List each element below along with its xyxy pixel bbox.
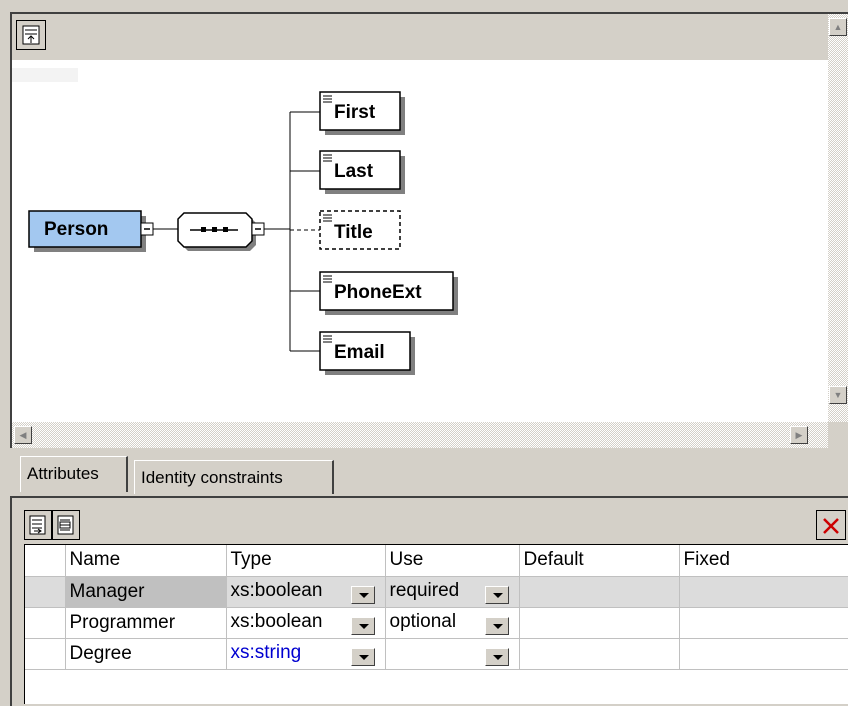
attr-fixed-cell[interactable]: [679, 638, 848, 670]
column-default[interactable]: Default: [519, 545, 680, 577]
insert-attribute-icon: [57, 515, 74, 535]
tab-identity-constraints[interactable]: Identity constraints: [134, 460, 334, 494]
collapse-person-button[interactable]: [140, 222, 154, 236]
append-attribute-icon: [29, 515, 46, 535]
column-name[interactable]: Name: [65, 545, 227, 577]
grid-header-row: Name Type Use Default Fixed: [25, 545, 848, 577]
delete-x-icon: [823, 518, 839, 534]
element-title-optional[interactable]: Title: [319, 210, 401, 250]
attr-type-cell[interactable]: xs:string: [226, 638, 386, 670]
svg-text:Title: Title: [334, 222, 373, 243]
svg-text:Email: Email: [334, 342, 385, 363]
use-dropdown-icon[interactable]: [484, 616, 509, 635]
table-row[interactable]: Manager xs:boolean required: [25, 576, 848, 608]
scroll-down-icon[interactable]: ▼: [829, 386, 847, 404]
window: Person First Last Title PhoneExt Email ▲…: [0, 0, 848, 706]
display-mode-button[interactable]: [16, 20, 46, 50]
attr-default-cell[interactable]: [519, 576, 680, 608]
table-row[interactable]: Degree xs:string: [25, 638, 848, 670]
attributes-grid: Name Type Use Default Fixed Manager xs:b…: [24, 544, 848, 704]
use-dropdown-icon[interactable]: [484, 585, 509, 604]
attr-type-cell[interactable]: xs:boolean: [226, 607, 386, 639]
use-dropdown-icon[interactable]: [484, 647, 509, 666]
scroll-right-icon[interactable]: ▶: [790, 426, 808, 444]
attr-use-cell[interactable]: [385, 638, 520, 670]
attr-type-cell[interactable]: xs:boolean: [226, 576, 386, 608]
element-first[interactable]: First: [319, 91, 405, 135]
horizontal-scrollbar[interactable]: ◀ ▶: [12, 422, 830, 448]
attr-fixed-cell[interactable]: [679, 576, 848, 608]
column-fixed[interactable]: Fixed: [679, 545, 848, 577]
tab-attributes[interactable]: Attributes: [20, 456, 128, 492]
type-dropdown-icon[interactable]: [350, 647, 375, 666]
svg-text:First: First: [334, 102, 376, 123]
diagram-canvas: Person First Last Title PhoneExt Email: [12, 60, 820, 422]
diagram-toolbar: [12, 14, 830, 60]
scroll-up-icon[interactable]: ▲: [829, 18, 847, 36]
type-dropdown-icon[interactable]: [350, 616, 375, 635]
svg-text:Last: Last: [334, 161, 374, 182]
append-attribute-button[interactable]: [24, 510, 52, 540]
attr-default-cell[interactable]: [519, 638, 680, 670]
schema-tree: Person First Last Title PhoneExt Email: [28, 91, 458, 375]
attributes-panel: Name Type Use Default Fixed Manager xs:b…: [10, 496, 848, 706]
svg-text:Person: Person: [44, 219, 108, 240]
attr-default-cell[interactable]: [519, 607, 680, 639]
element-email[interactable]: Email: [319, 331, 415, 375]
type-dropdown-icon[interactable]: [350, 585, 375, 604]
sequence-compositor[interactable]: [177, 212, 256, 251]
delete-attribute-button[interactable]: [816, 510, 846, 540]
element-last[interactable]: Last: [319, 150, 405, 194]
table-row[interactable]: Programmer xs:boolean optional: [25, 607, 848, 639]
root-element-person[interactable]: Person: [28, 210, 146, 252]
vertical-scrollbar[interactable]: ▲ ▼: [828, 14, 848, 422]
attr-name-cell[interactable]: Degree: [65, 638, 227, 670]
attr-use-cell[interactable]: required: [385, 576, 520, 608]
column-type[interactable]: Type: [226, 545, 386, 577]
attr-name-cell[interactable]: Programmer: [65, 607, 227, 639]
attr-name-cell[interactable]: Manager: [65, 576, 227, 608]
scroll-left-icon[interactable]: ◀: [14, 426, 32, 444]
collapse-sequence-button[interactable]: [251, 222, 265, 236]
attributes-toolbar: [24, 506, 848, 544]
insert-attribute-button[interactable]: [52, 510, 80, 540]
display-mode-icon: [22, 25, 40, 45]
element-phoneext[interactable]: PhoneExt: [319, 271, 458, 315]
column-use[interactable]: Use: [385, 545, 520, 577]
attr-fixed-cell[interactable]: [679, 607, 848, 639]
svg-text:PhoneExt: PhoneExt: [334, 282, 422, 303]
schema-diagram-pane: Person First Last Title PhoneExt Email ▲…: [10, 12, 848, 448]
attr-use-cell[interactable]: optional: [385, 607, 520, 639]
